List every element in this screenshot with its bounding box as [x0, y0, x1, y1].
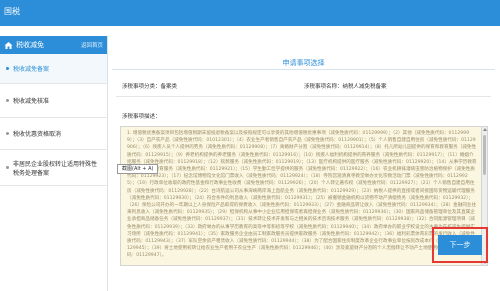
bullet-icon — [6, 165, 9, 169]
sidebar-item-qualification-cancel[interactable]: 税收优惠资格取消 — [0, 118, 107, 150]
sidebar-item-equity-transfer-filing[interactable]: 非居民企业股权转让适用特殊性税务处理备案 — [0, 150, 107, 186]
next-button-highlight: 下一步 — [432, 227, 488, 263]
sidebar-title: 税收减免 — [16, 41, 44, 49]
sidebar-item-label: 税收减免备案 — [13, 66, 50, 73]
next-button[interactable]: 下一步 — [438, 235, 482, 255]
section-title: 申请事项选择 — [112, 56, 495, 70]
sidebar-item-reduction-approval[interactable]: 税收减免核准 — [0, 84, 107, 118]
bullet-icon — [6, 131, 9, 135]
sidebar: 税收减免 返回首页 税收减免备案 税收减免核准 税收优惠资格取消 非居民企业股权… — [0, 36, 108, 291]
divider — [116, 96, 491, 97]
screenshot-tooltip: 截图(Alt + A) — [117, 164, 159, 174]
sidebar-item-label: 非居民企业股权转让适用特殊性税务处理备案 — [13, 161, 98, 177]
sidebar-item-label: 税收减免核准 — [13, 98, 50, 105]
matter-info-row: 涉税事项分类：备案类 涉税事项名称：纳税人减免税备案 — [122, 82, 482, 92]
sidebar-item-reduction-filing[interactable]: 税收减免备案 — [0, 54, 107, 84]
bullet-icon — [6, 98, 9, 102]
sidebar-header: 税收减免 返回首页 — [0, 36, 107, 54]
description-label: 涉税事项描述： — [122, 114, 161, 120]
sidebar-item-label: 税收优惠资格取消 — [13, 131, 62, 138]
matter-category: 涉税事项分类：备案类 — [122, 84, 178, 90]
bullet-icon — [6, 66, 9, 70]
top-banner: 国税 — [0, 0, 500, 26]
scroll-up-icon[interactable] — [483, 128, 487, 131]
scroll-thumb[interactable] — [483, 135, 486, 175]
back-home-link[interactable]: 返回首页 — [81, 41, 103, 49]
matter-name: 涉税事项名称：纳税人减免税备案 — [304, 84, 387, 90]
home-icon — [4, 41, 13, 50]
site-logo: 国税 — [4, 7, 20, 16]
